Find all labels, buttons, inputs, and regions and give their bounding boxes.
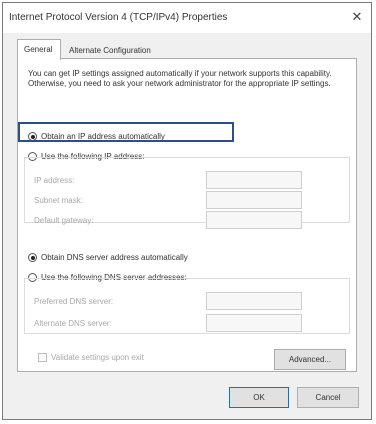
checkbox-icon[interactable]	[38, 353, 47, 363]
close-icon[interactable]: ✕	[347, 8, 367, 26]
title-bar: Internet Protocol Version 4 (TCP/IPv4) P…	[3, 3, 371, 33]
validate-settings-label: Validate settings upon exit	[51, 353, 144, 362]
alternate-dns-field[interactable]	[206, 314, 302, 332]
obtain-dns-automatically-label: Obtain DNS server address automatically	[41, 253, 188, 262]
intro-text: You can get IP settings assigned automat…	[28, 69, 332, 88]
subnet-mask-label: Subnet mask:	[34, 196, 83, 205]
validate-settings-option[interactable]: Validate settings upon exit	[38, 353, 144, 363]
obtain-dns-automatically-option[interactable]: Obtain DNS server address automatically	[28, 251, 188, 265]
ip-address-field[interactable]	[206, 171, 302, 189]
preferred-dns-label: Preferred DNS server:	[34, 297, 114, 306]
tab-strip: General Alternate Configuration	[17, 39, 357, 60]
properties-dialog: Internet Protocol Version 4 (TCP/IPv4) P…	[2, 2, 372, 420]
advanced-button[interactable]: Advanced...	[274, 349, 346, 370]
selection-highlight	[18, 122, 234, 142]
alternate-dns-label: Alternate DNS server:	[34, 319, 112, 328]
default-gateway-label: Default gateway:	[34, 216, 94, 225]
subnet-mask-field[interactable]	[206, 191, 302, 209]
preferred-dns-field[interactable]	[206, 292, 302, 310]
default-gateway-field[interactable]	[206, 211, 302, 229]
ok-button[interactable]: OK	[229, 387, 289, 408]
cancel-button[interactable]: Cancel	[297, 387, 359, 408]
tab-general[interactable]: General	[17, 39, 61, 60]
window-title: Internet Protocol Version 4 (TCP/IPv4) P…	[9, 12, 228, 23]
general-panel: You can get IP settings assigned automat…	[17, 58, 357, 372]
radio-icon[interactable]	[28, 253, 37, 263]
ip-address-label: IP address:	[34, 176, 75, 185]
